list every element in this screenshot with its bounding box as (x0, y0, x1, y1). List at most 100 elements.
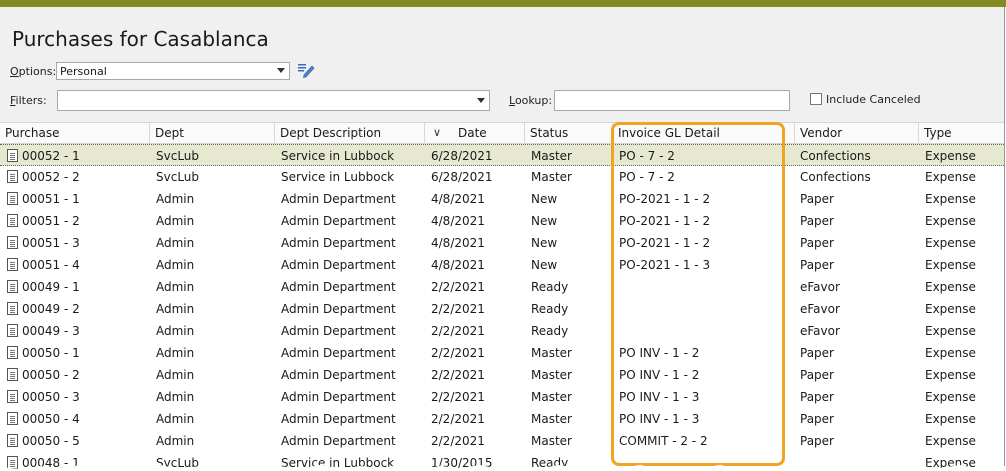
cell-status: Ready (531, 302, 569, 316)
cell-vendor: eFavor (800, 280, 840, 294)
table-row[interactable]: 00051 - 2 Admin Admin Department 4/8/2021 Ne… (0, 210, 1004, 232)
cell-type: Expense (925, 236, 976, 250)
cell-date: 2/2/2021 (431, 324, 485, 338)
cell-purchase: 00049 - 3 (22, 324, 80, 338)
cell-vendor: Confections (800, 149, 871, 163)
cell-type: Expense (925, 192, 976, 206)
cell-status: Master (531, 170, 572, 184)
table-row[interactable]: 00052 - 2 SvcLub Service in Lubbock 6/28/20… (0, 166, 1004, 188)
cell-invoice-gl-detail: PO - 7 - 2 (619, 170, 675, 184)
col-header-type[interactable]: Type (919, 123, 1004, 144)
table-row[interactable]: 00051 - 3 Admin Admin Department 4/8/2021 Ne… (0, 232, 1004, 254)
cell-vendor: Paper (800, 192, 834, 206)
cell-dept-description: Admin Department (281, 214, 396, 228)
cell-invoice-gl-detail: PO INV - 1 - 2 (619, 346, 700, 360)
table-row[interactable]: 00050 - 4 Admin Admin Department 2/2/2021 Ma… (0, 408, 1004, 430)
table-row[interactable]: 00050 - 2 Admin Admin Department 2/2/2021 Ma… (0, 364, 1004, 386)
col-header-dept-description[interactable]: Dept Description (275, 123, 425, 144)
cell-dept-description: Admin Department (281, 412, 396, 426)
cell-invoice-gl-detail: PO-2021 - 1 - 2 (619, 192, 711, 206)
col-header-vendor[interactable]: Vendor (795, 123, 919, 144)
cell-dept-description: Admin Department (281, 258, 396, 272)
cell-status: New (531, 214, 558, 228)
page-title: Purchases for Casablanca (12, 27, 269, 51)
cell-dept-description: Admin Department (281, 434, 396, 448)
cell-dept-description: Admin Department (281, 280, 396, 294)
col-header-invoice-gl-detail[interactable]: Invoice GL Detail (613, 123, 795, 144)
table-row[interactable]: 00049 - 2 Admin Admin Department 2/2/2021 Re… (0, 298, 1004, 320)
table-row[interactable]: 00051 - 4 Admin Admin Department 4/8/2021 Ne… (0, 254, 1004, 276)
cell-purchase: 00050 - 4 (22, 412, 80, 426)
top-accent-bar (0, 0, 1006, 7)
cell-dept: SvcLub (156, 149, 200, 163)
col-header-purchase[interactable]: Purchase (0, 123, 150, 144)
cell-type: Expense (925, 390, 976, 404)
cell-dept-description: Admin Department (281, 390, 396, 404)
document-icon (7, 434, 18, 447)
table-row[interactable]: 00051 - 1 Admin Admin Department 4/8/2021 Ne… (0, 188, 1004, 210)
cell-invoice-gl-detail: PO INV - 1 - 3 (619, 412, 700, 426)
purchases-grid: Purchase Dept Dept Description Date ∨ St… (0, 122, 1004, 471)
cell-purchase: 00051 - 4 (22, 258, 80, 272)
cell-date: 4/8/2021 (431, 214, 485, 228)
cell-vendor: Paper (800, 258, 834, 272)
table-row[interactable]: 00050 - 5 Admin Admin Department 2/2/2021 Ma… (0, 430, 1004, 452)
cell-date: 4/8/2021 (431, 192, 485, 206)
table-row[interactable]: 00050 - 3 Admin Admin Department 2/2/2021 Ma… (0, 386, 1004, 408)
sort-descending-icon: ∨ (433, 126, 442, 139)
cell-status: Master (531, 390, 572, 404)
grid-header: Purchase Dept Dept Description Date ∨ St… (0, 122, 1004, 144)
table-row[interactable]: 00049 - 1 Admin Admin Department 2/2/2021 Re… (0, 276, 1004, 298)
cell-date: 2/2/2021 (431, 280, 485, 294)
cell-vendor: Paper (800, 236, 834, 250)
cell-type: Expense (925, 302, 976, 316)
options-label: Options: (10, 65, 57, 78)
cell-vendor: Paper (800, 412, 834, 426)
cell-status: Ready (531, 324, 569, 338)
options-value: Personal (60, 65, 107, 78)
filters-select[interactable] (57, 90, 490, 111)
cell-type: Expense (925, 346, 976, 360)
cell-purchase: 00049 - 1 (22, 280, 80, 294)
cell-dept: Admin (156, 368, 195, 382)
chevron-down-icon (277, 68, 285, 73)
cell-dept: Admin (156, 258, 195, 272)
lookup-input[interactable] (554, 90, 790, 111)
cell-dept-description: Service in Lubbock (281, 170, 395, 184)
cell-dept: Admin (156, 324, 195, 338)
include-canceled-label: Include Canceled (826, 93, 921, 106)
cell-dept: Admin (156, 236, 195, 250)
cell-vendor: eFavor (800, 324, 840, 338)
cell-status: Master (531, 434, 572, 448)
document-icon (7, 149, 18, 162)
cell-status: Master (531, 368, 572, 382)
cell-purchase: 00050 - 5 (22, 434, 80, 448)
cell-invoice-gl-detail: PO-2021 - 1 - 2 (619, 214, 711, 228)
cell-purchase: 00049 - 2 (22, 302, 80, 316)
document-icon (7, 412, 18, 425)
cell-dept: Admin (156, 214, 195, 228)
col-header-status[interactable]: Status (525, 123, 613, 144)
cell-type: Expense (925, 258, 976, 272)
cell-dept: Admin (156, 434, 195, 448)
document-icon (7, 302, 18, 315)
table-row[interactable]: 00049 - 3 Admin Admin Department 2/2/2021 Re… (0, 320, 1004, 342)
cell-type: Expense (925, 280, 976, 294)
cell-date: 2/2/2021 (431, 412, 485, 426)
edit-list-icon[interactable] (297, 61, 315, 79)
options-select[interactable]: Personal (56, 62, 290, 80)
cell-dept-description: Admin Department (281, 368, 396, 382)
cell-date: 2/2/2021 (431, 302, 485, 316)
table-row[interactable]: 00052 - 1 SvcLub Service in Lubbock 6/28/20… (0, 144, 1004, 166)
cell-dept: Admin (156, 390, 195, 404)
cell-vendor: Paper (800, 346, 834, 360)
col-header-dept[interactable]: Dept (150, 123, 275, 144)
cell-status: New (531, 258, 558, 272)
include-canceled-checkbox[interactable] (810, 93, 822, 105)
cell-purchase: 00050 - 2 (22, 368, 80, 382)
table-row[interactable]: 00050 - 1 Admin Admin Department 2/2/2021 Ma… (0, 342, 1004, 364)
cell-status: Master (531, 346, 572, 360)
cell-vendor: Paper (800, 368, 834, 382)
document-icon (7, 368, 18, 381)
filters-label: Filters: (10, 94, 47, 107)
